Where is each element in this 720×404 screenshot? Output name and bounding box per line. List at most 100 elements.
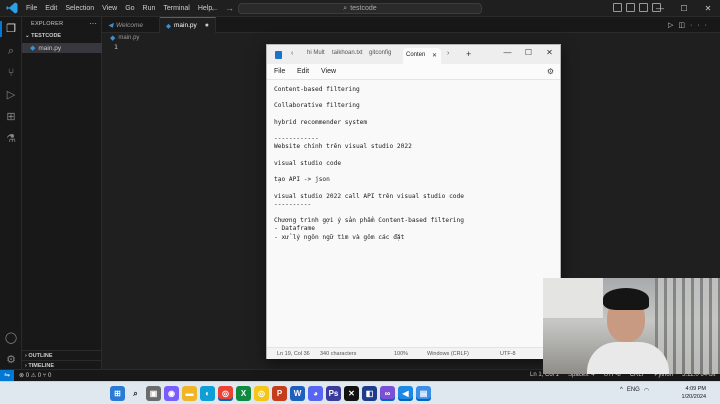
task-view-icon[interactable]: ▣ <box>146 386 161 401</box>
close-icon[interactable]: ✕ <box>696 0 720 17</box>
close-tab-icon[interactable]: ✕ <box>432 52 437 59</box>
run-debug-icon[interactable]: ▷ <box>4 88 18 102</box>
outline-label: OUTLINE <box>28 353 53 359</box>
notepad-tab-3[interactable]: gitconfig <box>369 50 391 56</box>
notepad-tab-2[interactable]: taikhoan.txt <box>332 50 363 56</box>
menu-edit[interactable]: Edit <box>41 5 61 12</box>
tab-main-py[interactable]: ◆ main.py ● <box>160 17 216 33</box>
source-control-icon[interactable]: ⑂ <box>4 66 18 80</box>
windows-taskbar: ⊞ ⌕ ▣ ◉ ▬ ◐ ◎ X ◎ P W ◕ Ps ✕ ◧ ∞ ◀ ▤ ^ E… <box>0 381 720 404</box>
settings-gear-icon[interactable]: ⚙ <box>547 67 554 76</box>
ports-count[interactable]: ⑂ 0 <box>43 373 52 379</box>
excel-icon[interactable]: X <box>236 386 251 401</box>
menu-view[interactable]: View <box>98 5 121 12</box>
scroll-tabs-right-icon[interactable]: › <box>447 50 449 57</box>
folder-label: TESTCODE <box>31 33 62 39</box>
edge-icon[interactable]: ◐ <box>200 386 215 401</box>
taskbar-clock[interactable]: 4:09 PM 1/20/2024 <box>670 385 706 401</box>
visual-studio-icon[interactable]: ∞ <box>380 386 395 401</box>
explorer-files-icon[interactable]: ❐ <box>4 22 18 36</box>
capcut-icon[interactable]: ✕ <box>344 386 359 401</box>
menu-selection[interactable]: Selection <box>61 5 98 12</box>
notepad-text-area[interactable]: Content-based filtering Collaborative fi… <box>274 86 554 346</box>
status-left: ⊗ 0 ⚠ 0 ⑂ 0 <box>19 372 51 379</box>
file-label: main.py <box>38 44 62 52</box>
notepad-menu-view[interactable]: View <box>321 68 336 75</box>
search-icon[interactable]: ⌕ <box>128 386 143 401</box>
vscode-window-controls: — ☐ ✕ <box>648 0 720 17</box>
app-icon[interactable]: ◧ <box>362 386 377 401</box>
maximize-icon[interactable]: ☐ <box>672 0 696 17</box>
back-arrow-icon[interactable]: ← <box>210 3 225 13</box>
notepad-tab-1[interactable]: hi Mult <box>307 50 325 56</box>
discord-icon[interactable]: ◕ <box>308 386 323 401</box>
notepad-menu-file[interactable]: File <box>274 68 285 75</box>
scroll-tabs-left-icon[interactable]: ‹ <box>291 50 293 57</box>
editor-tabs: ◀ Welcome ◆ main.py ● ▷◫··· <box>102 17 720 33</box>
notepad-menu-edit[interactable]: Edit <box>297 68 309 75</box>
menu-bar: File Edit Selection View Go Run Terminal… <box>22 5 216 12</box>
vscode-logo-icon <box>6 2 18 14</box>
menu-terminal[interactable]: Terminal <box>159 5 193 12</box>
more-actions-icon[interactable]: ··· <box>89 19 97 28</box>
command-center[interactable]: ⌕ testcode <box>238 3 482 14</box>
notepad-tab-active[interactable]: Conten ✕ <box>403 48 441 64</box>
vscode-small-icon: ◀ <box>108 22 113 29</box>
toggle-primary-sidebar-icon[interactable] <box>613 3 622 12</box>
character-count: 340 characters <box>320 351 357 357</box>
notepad-cursor-position: Ln 19, Col 36 <box>277 351 310 357</box>
word-icon[interactable]: W <box>290 386 305 401</box>
activity-bar: ❐ ⌕ ⑂ ▷ ⊞ ⚗ ◯ ⚙ <box>0 17 22 369</box>
vscode-titlebar: File Edit Selection View Go Run Terminal… <box>0 0 720 17</box>
file-main-py[interactable]: ◆ main.py <box>22 43 102 53</box>
file-explorer-icon[interactable]: ▬ <box>182 386 197 401</box>
clock-date: 1/20/2024 <box>681 394 706 400</box>
menu-go[interactable]: Go <box>121 5 138 12</box>
extensions-icon[interactable]: ⊞ <box>4 110 18 124</box>
notepad-titlebar: ‹ hi Mult taikhoan.txt gitconfig Conten … <box>267 45 560 64</box>
toggle-secondary-sidebar-icon[interactable] <box>639 3 648 12</box>
taskbar-apps: ⊞ ⌕ ▣ ◉ ▬ ◐ ◎ X ◎ P W ◕ Ps ✕ ◧ ∞ ◀ ▤ <box>110 386 431 401</box>
more-icon[interactable]: ··· <box>690 22 712 29</box>
folder-testcode[interactable]: ⌄ TESTCODE <box>22 33 102 42</box>
minimize-icon[interactable]: — <box>648 0 672 17</box>
split-editor-icon[interactable]: ◫ <box>678 22 690 29</box>
tray-overflow-icon[interactable]: ^ <box>620 387 623 394</box>
account-icon[interactable]: ◯ <box>4 331 18 345</box>
menu-file[interactable]: File <box>22 5 41 12</box>
start-windows-icon[interactable]: ⊞ <box>110 386 125 401</box>
maximize-icon[interactable]: ☐ <box>518 45 539 60</box>
breadcrumb-label: main.py <box>118 35 140 41</box>
powerpoint-icon[interactable]: P <box>272 386 287 401</box>
notepad-taskbar-icon[interactable]: ▤ <box>416 386 431 401</box>
toggle-panel-icon[interactable] <box>626 3 635 12</box>
zoom-level: 100% <box>394 351 409 357</box>
search-icon[interactable]: ⌕ <box>4 44 18 58</box>
problems-count[interactable]: ⊗ 0 ⚠ 0 <box>19 373 41 379</box>
chrome-canary-icon[interactable]: ◎ <box>254 386 269 401</box>
language-indicator[interactable]: ENG <box>627 387 640 394</box>
chat-icon[interactable]: ◉ <box>164 386 179 401</box>
minimize-icon[interactable]: — <box>497 45 518 60</box>
outline-section[interactable]: › OUTLINE <box>22 350 102 360</box>
editor-actions: ▷◫··· <box>668 21 712 29</box>
close-icon[interactable]: ✕ <box>539 45 560 60</box>
tab-welcome[interactable]: ◀ Welcome <box>102 17 160 33</box>
notepad-eol: Windows (CRLF) <box>427 351 469 357</box>
menu-run[interactable]: Run <box>139 5 160 12</box>
breadcrumb[interactable]: ◆ main.py <box>110 34 139 42</box>
testing-flask-icon[interactable]: ⚗ <box>4 132 18 146</box>
photoshop-icon[interactable]: Ps <box>326 386 341 401</box>
run-python-icon[interactable]: ▷ <box>668 22 678 29</box>
active-indicator <box>0 21 2 37</box>
wifi-icon[interactable]: ◠ <box>644 387 649 394</box>
system-tray: ^ ENG ◠ <box>620 387 649 394</box>
vscode-taskbar-icon[interactable]: ◀ <box>398 386 413 401</box>
chrome-icon[interactable]: ◎ <box>218 386 233 401</box>
command-center-label: testcode <box>350 5 377 12</box>
search-icon: ⌕ <box>343 4 348 12</box>
unsaved-dot-icon[interactable]: ● <box>205 22 209 29</box>
new-tab-plus-icon[interactable]: + <box>466 49 471 59</box>
manage-gear-icon[interactable]: ⚙ <box>4 353 18 367</box>
python-file-icon: ◆ <box>30 45 36 52</box>
